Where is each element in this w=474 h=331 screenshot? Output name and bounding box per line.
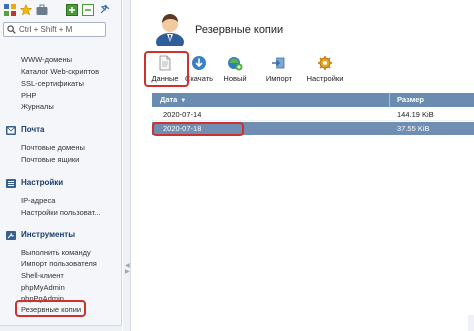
sidebar-item-user-settings[interactable]: Настройки пользоват...	[21, 208, 101, 218]
highlight-selected-row-annotation	[152, 122, 244, 136]
sort-desc-icon: ▼	[180, 98, 187, 104]
tools-section-icon	[6, 230, 16, 240]
highlight-backups-annotation	[15, 300, 86, 317]
scrollbar-stub[interactable]	[468, 315, 474, 331]
search-input[interactable]	[19, 25, 99, 34]
cell-size: 144.19 KiB	[397, 110, 434, 119]
sidebar-item-logs[interactable]: Журналы	[21, 102, 54, 112]
sidebar-section-tools[interactable]: Инструменты	[6, 229, 75, 241]
star-icon[interactable]	[20, 4, 32, 16]
sidebar-section-settings-title: Настройки	[21, 178, 64, 187]
sidebar-item-mailboxes[interactable]: Почтовые ящики	[21, 155, 79, 165]
sidebar-item-import-user[interactable]: Импорт пользователя	[21, 259, 97, 269]
sidebar-bottom-bar	[0, 325, 122, 331]
new-backup-icon	[228, 57, 243, 71]
sidebar-item-mail-domains[interactable]: Почтовые домены	[21, 143, 85, 153]
collapse-all-icon[interactable]	[82, 4, 94, 16]
sidebar-item-shell-client[interactable]: Shell-клиент	[21, 271, 64, 281]
settings-button-label: Настройки	[306, 74, 344, 83]
gear-icon	[318, 56, 332, 70]
sidebar: WWW-домены Каталог Web-скриптов SSL-серт…	[0, 0, 122, 331]
settings-section-icon	[6, 178, 16, 188]
page-title: Резервные копии	[195, 24, 284, 36]
sidebar-item-web-scripts[interactable]: Каталог Web-скриптов	[21, 67, 99, 77]
sidebar-item-www-domains[interactable]: WWW-домены	[21, 55, 72, 65]
import-button[interactable]: Импорт	[259, 53, 299, 87]
sidebar-item-ssl[interactable]: SSL-сертификаты	[21, 79, 84, 89]
cell-size: 37.55 KiB	[397, 124, 430, 133]
sidebar-item-run-command[interactable]: Выполнить команду	[21, 248, 91, 258]
sidebar-section-tools-title: Инструменты	[21, 230, 76, 239]
sidebar-item-phpmyadmin[interactable]: phpMyAdmin	[21, 283, 65, 293]
import-icon	[272, 57, 285, 69]
sidebar-item-php[interactable]: PHP	[21, 91, 36, 101]
user-avatar-icon	[156, 14, 184, 46]
sidebar-toolbar	[4, 4, 114, 18]
column-header-size-label: Размер	[397, 95, 425, 104]
mail-section-icon	[6, 125, 16, 135]
column-header-date-label: Дата	[160, 95, 178, 104]
column-divider[interactable]	[389, 93, 390, 107]
sidebar-item-ip-addresses[interactable]: IP-адреса	[21, 196, 55, 206]
sidebar-section-settings[interactable]: Настройки	[6, 177, 63, 189]
sidebar-section-mail[interactable]: Почта	[6, 124, 44, 136]
panel-splitter[interactable]: ◀ ▶	[123, 0, 131, 331]
grid-icon[interactable]	[4, 4, 16, 16]
table-row[interactable]: 2020-07-14 144.19 KiB	[152, 108, 474, 121]
column-header-size[interactable]: Размер	[397, 93, 424, 107]
search-icon	[7, 25, 16, 34]
new-button[interactable]: Новый	[215, 53, 255, 87]
splitter-grip-icon[interactable]: ◀ ▶	[125, 263, 130, 275]
import-button-label: Импорт	[265, 74, 293, 83]
main-panel: Резервные копии Данные Скачать Новый Имп…	[132, 0, 474, 331]
briefcase-icon[interactable]	[36, 4, 48, 16]
expand-all-icon[interactable]	[66, 4, 78, 16]
cell-date: 2020-07-14	[163, 110, 202, 119]
table-header: Дата ▼ Размер	[152, 93, 474, 107]
download-button-label: Скачать	[184, 74, 214, 83]
pin-icon[interactable]	[98, 4, 110, 16]
highlight-data-button-annotation	[144, 51, 189, 87]
new-button-label: Новый	[223, 74, 247, 83]
search-box[interactable]	[3, 22, 106, 37]
column-header-date[interactable]: Дата ▼	[160, 93, 186, 107]
sidebar-section-mail-title: Почта	[21, 125, 45, 134]
settings-button[interactable]: Настройки	[305, 53, 345, 87]
download-icon	[192, 56, 206, 70]
